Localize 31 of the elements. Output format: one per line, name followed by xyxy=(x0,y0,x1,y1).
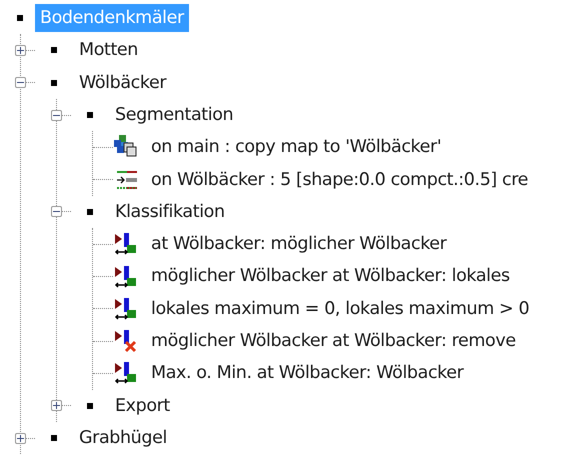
tree-item-label[interactable]: Segmentation xyxy=(110,100,238,130)
tree-item-label[interactable]: Max. o. Min. at Wölbacker: Wölbacker xyxy=(146,359,468,388)
collapse-toggle[interactable] xyxy=(15,77,26,88)
expand-toggle[interactable] xyxy=(15,432,26,444)
collapse-toggle[interactable] xyxy=(51,206,62,218)
bullet-icon xyxy=(51,435,57,441)
expand-toggle[interactable] xyxy=(51,400,62,412)
tree-item-label[interactable]: at Wölbacker: möglicher Wölbacker xyxy=(146,230,452,258)
tree-item-label[interactable]: Motten xyxy=(74,36,143,65)
bullet-icon xyxy=(87,208,93,215)
tree-item-label[interactable]: Wölbäcker xyxy=(74,68,172,97)
classification-icon xyxy=(113,231,139,258)
bullet-icon xyxy=(51,47,57,54)
expand-toggle[interactable] xyxy=(15,44,26,56)
classification-icon xyxy=(113,264,139,290)
tree-item-label[interactable]: möglicher Wölbacker at Wölbacker: remove xyxy=(146,326,521,356)
remove-rule-icon xyxy=(113,328,139,354)
tree-item-label[interactable]: Klassifikation xyxy=(110,198,230,226)
tree-item-label[interactable]: on Wölbäcker : 5 [shape:0.0 compct.:0.5] cre xyxy=(146,166,534,194)
classification-icon xyxy=(113,360,139,386)
bullet-icon xyxy=(51,80,57,86)
tree-item-label[interactable]: Export xyxy=(110,392,175,420)
tree-item-label[interactable]: Grabhügel xyxy=(74,424,172,452)
tree-item-label[interactable]: möglicher Wölbacker at Wölbacker: lokales xyxy=(146,262,515,291)
classification-icon xyxy=(113,296,139,322)
bullet-icon xyxy=(17,15,23,22)
tree-item-label[interactable]: lokales maximum = 0, lokales maximum > 0 xyxy=(146,294,534,323)
tree-item-label[interactable]: on main : copy map to 'Wölbäcker' xyxy=(146,133,446,162)
bullet-icon xyxy=(87,112,93,118)
bullet-icon xyxy=(87,402,93,409)
collapse-toggle[interactable] xyxy=(51,110,62,121)
